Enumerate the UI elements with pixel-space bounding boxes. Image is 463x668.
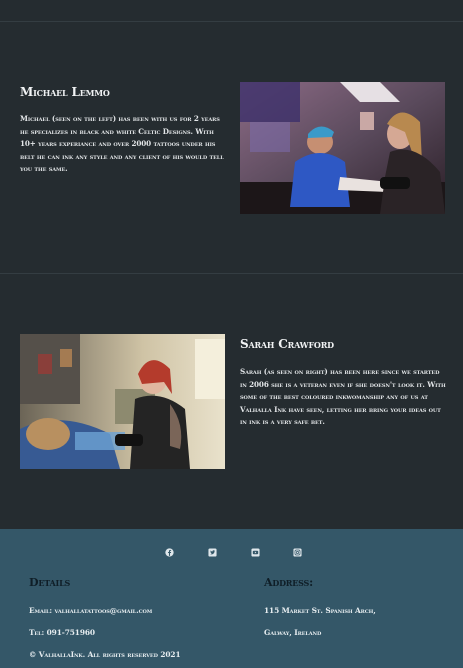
tattoo-studio-photo — [240, 82, 445, 214]
artist-name: Michael Lemmo — [20, 85, 110, 99]
facebook-icon[interactable] — [164, 547, 174, 557]
artist-bio: Michael (seen on the left) has been with… — [20, 114, 224, 174]
details-heading: Details — [29, 576, 71, 589]
artist-name: Sarah Crawford — [240, 337, 334, 351]
section-divider — [0, 273, 463, 274]
instagram-icon[interactable] — [292, 547, 302, 557]
phone-link[interactable]: Tel: 091-751960 — [29, 628, 95, 637]
artist-bio: Sarah (as seen on right) has been here s… — [240, 367, 446, 427]
social-links — [0, 547, 463, 559]
twitter-icon[interactable] — [207, 547, 217, 557]
youtube-icon[interactable] — [250, 547, 260, 557]
top-navbar — [0, 0, 463, 22]
tattoo-session-photo — [20, 334, 225, 469]
address-line-2: Galway, Ireland — [264, 628, 322, 637]
address-heading: Address: — [264, 576, 313, 589]
address-line-1: 115 Market St. Spanish Arch, — [264, 606, 376, 615]
copyright-text: © ValhallaInk. All rights reserved 2021 — [29, 650, 181, 659]
email-link[interactable]: Email: valhallatattoos@gmail.com — [29, 606, 152, 615]
